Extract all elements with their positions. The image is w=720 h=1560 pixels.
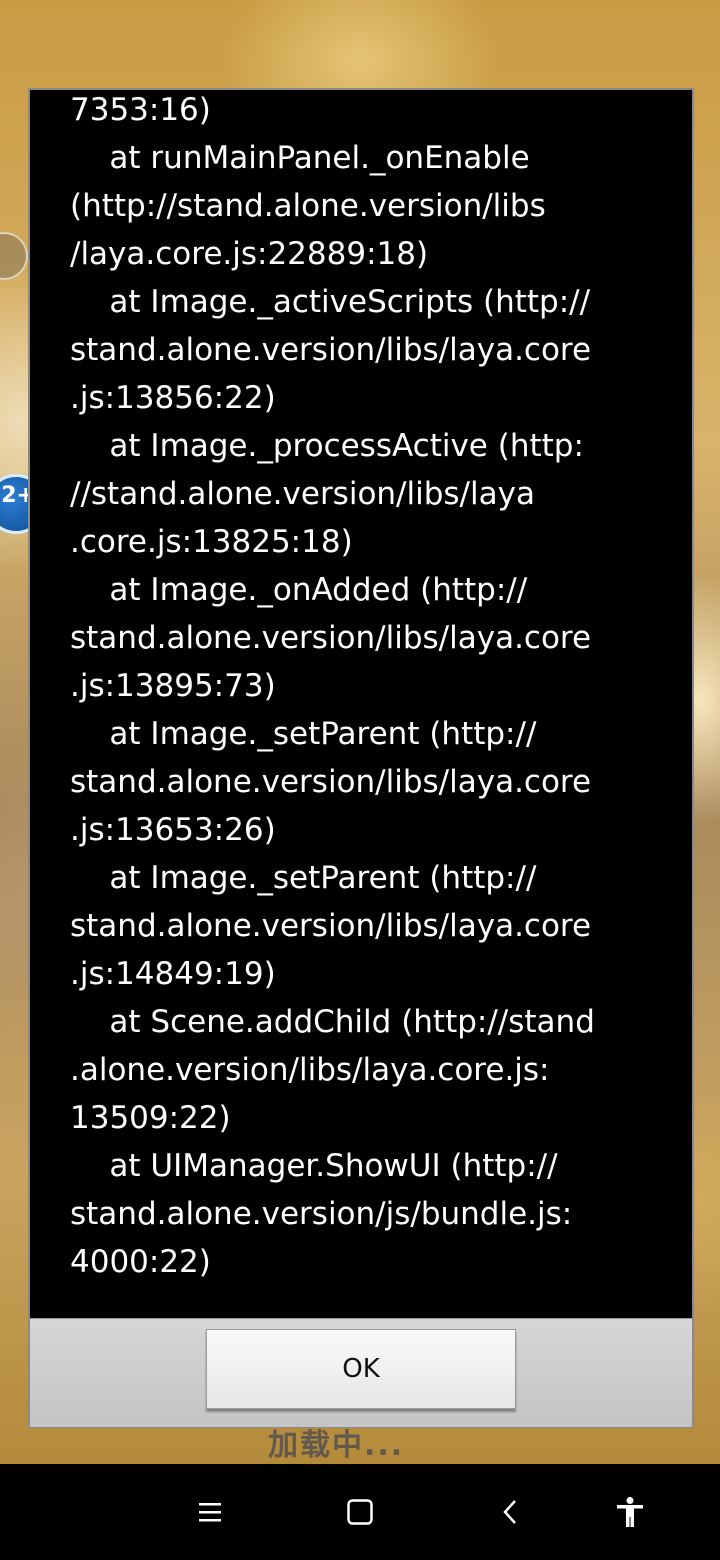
- accessibility-icon[interactable]: [590, 1464, 670, 1560]
- message-line: at Image._onAdded (http://: [70, 572, 528, 608]
- side-circle-button: [0, 232, 28, 280]
- system-nav-bar: [0, 1464, 720, 1560]
- message-line: stand.alone.version/libs/laya.core: [70, 620, 592, 656]
- message-line: at Scene.addChild (http://stand: [70, 1004, 595, 1040]
- message-line: stand.alone.version/libs/laya.core: [70, 764, 592, 800]
- message-line: .js:14849:19): [70, 956, 276, 992]
- ok-button[interactable]: OK: [206, 1329, 516, 1409]
- message-line: 4000:22): [70, 1244, 211, 1280]
- message-line: .alone.version/libs/laya.core.js:: [70, 1052, 550, 1088]
- error-dialog: 7353:16) at runMainPanel._onEnable (http:…: [28, 88, 694, 1428]
- message-line: .js:13856:22): [70, 380, 276, 416]
- message-line: .js:13895:73): [70, 668, 276, 704]
- message-line: 13509:22): [70, 1100, 231, 1136]
- message-line: at runMainPanel._onEnable: [70, 140, 530, 176]
- back-chevron-icon[interactable]: [470, 1464, 550, 1560]
- message-line: //stand.alone.version/libs/laya: [70, 476, 535, 512]
- message-line: at Image._activeScripts (http://: [70, 284, 591, 320]
- error-message: 7353:16) at runMainPanel._onEnable (http:…: [70, 90, 660, 1316]
- message-line: .js:13653:26): [70, 812, 276, 848]
- message-line: at Image._processActive (http:: [70, 428, 584, 464]
- message-line: at Image._setParent (http://: [70, 860, 537, 896]
- message-line: stand.alone.version/libs/laya.core: [70, 908, 592, 944]
- message-line: .core.js:13825:18): [70, 524, 353, 560]
- message-line: at UIManager.ShowUI (http://: [70, 1148, 558, 1184]
- message-line: stand.alone.version/libs/laya.core: [70, 332, 592, 368]
- message-line: (http://stand.alone.version/libs: [70, 188, 546, 224]
- message-line: at Image._setParent (http://: [70, 716, 537, 752]
- message-line: stand.alone.version/js/bundle.js:: [70, 1196, 573, 1232]
- dialog-button-bar: OK: [30, 1318, 692, 1427]
- message-line: /laya.core.js:22889:18): [70, 236, 429, 272]
- message-line: 7353:16): [70, 92, 211, 128]
- home-square-icon[interactable]: [320, 1464, 400, 1560]
- menu-icon[interactable]: [170, 1464, 250, 1560]
